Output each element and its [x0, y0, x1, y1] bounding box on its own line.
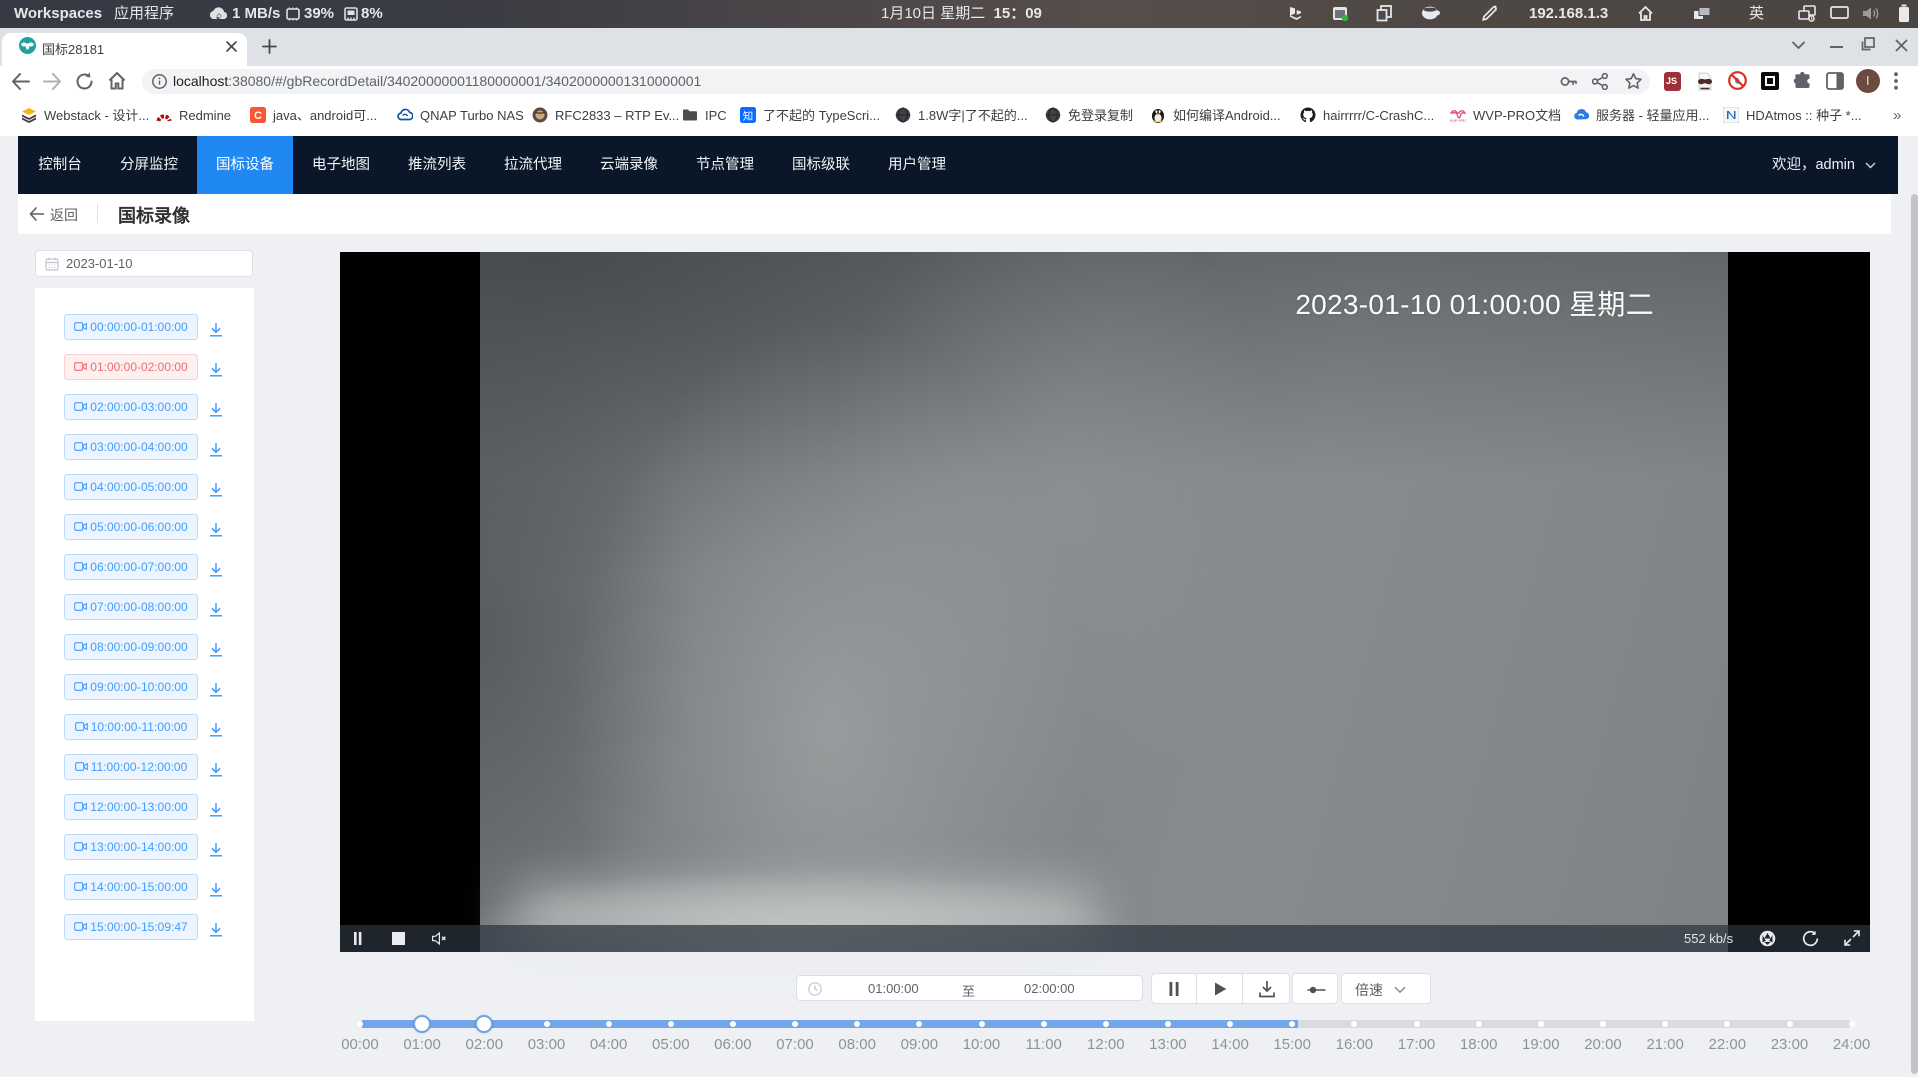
svg-text:WVP·PRO: WVP·PRO	[1450, 118, 1466, 123]
svg-text:C: C	[254, 110, 262, 122]
svg-text:知: 知	[743, 110, 754, 123]
